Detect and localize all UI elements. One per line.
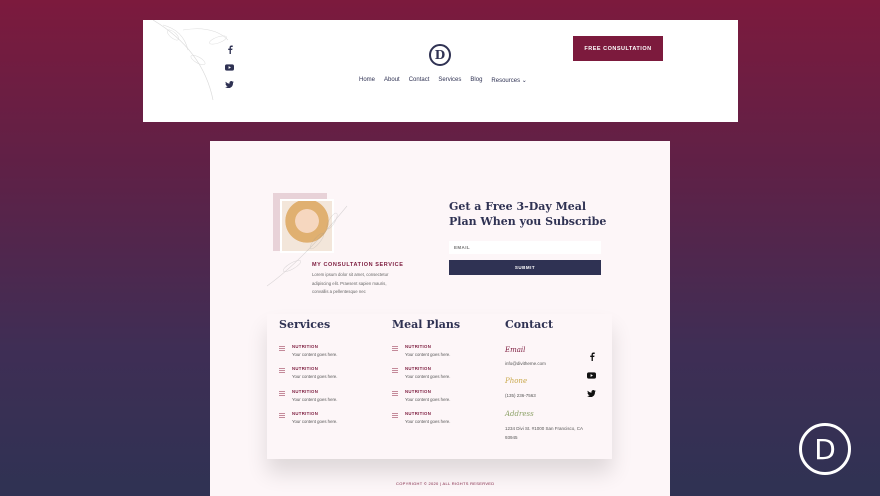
contact-heading: Contact [505,318,554,331]
mealplans-heading: Meal Plans [392,318,461,331]
copyright-text: COPYRIGHT © 2020 | ALL RIGHTS RESERVED [396,481,495,486]
logo-letter: D [434,48,446,62]
nav-contact[interactable]: Contact [409,77,430,84]
footer-social-links [587,352,596,397]
phone-value[interactable]: (135) 236-7563 [505,392,585,401]
menu-lines-icon [392,413,398,418]
item-title: NUTRITION [405,389,432,394]
item-title: NUTRITION [292,389,319,394]
nav-services[interactable]: Services [438,77,461,84]
item-title: NUTRITION [292,344,319,349]
site-logo[interactable]: D [429,44,451,66]
menu-lines-icon [392,346,398,351]
menu-lines-icon [392,368,398,373]
submit-button[interactable]: SUBMIT [449,260,601,275]
consultation-text: Lorem ipsum dolor sit amet, consectetur … [312,272,389,294]
menu-lines-icon [279,391,285,396]
list-item[interactable]: NUTRITION Your content goes here. [392,344,482,364]
email-value[interactable]: info@divitheme.com [505,360,585,369]
address-label: Address [505,410,534,418]
list-item[interactable]: NUTRITION Your content goes here. [279,411,369,431]
nav-resources[interactable]: Resources ⌄ [491,77,526,84]
facebook-icon[interactable] [227,45,233,54]
item-title: NUTRITION [405,366,432,371]
item-text: Your content goes here. [292,374,338,379]
list-item[interactable]: NUTRITION Your content goes here. [279,366,369,386]
item-title: NUTRITION [405,344,432,349]
item-text: Your content goes here. [292,397,338,402]
facebook-icon[interactable] [589,352,595,361]
menu-lines-icon [279,368,285,373]
list-item[interactable]: NUTRITION Your content goes here. [279,344,369,364]
free-consultation-button[interactable]: FREE CONSULTATION [573,36,663,61]
twitter-icon[interactable] [587,390,596,397]
menu-lines-icon [392,391,398,396]
divi-logo-badge: D [799,423,851,475]
item-title: NUTRITION [292,366,319,371]
subscribe-title: Get a Free 3-Day Meal Plan When you Subs… [449,200,607,228]
header-social-links [225,45,234,88]
item-title: NUTRITION [405,411,432,416]
services-heading: Services [279,318,331,331]
address-value: 1234 Divi St. #1000 San Francisco, CA 93… [505,426,583,440]
consultation-title: MY CONSULTATION SERVICE [312,262,404,268]
item-text: Your content goes here. [405,352,451,357]
list-item[interactable]: NUTRITION Your content goes here. [279,389,369,409]
youtube-icon[interactable] [587,372,596,379]
item-title: NUTRITION [292,411,319,416]
item-text: Your content goes here. [292,419,338,424]
footer-card: Services Meal Plans Contact NUTRITION You… [267,314,612,459]
list-item[interactable]: NUTRITION Your content goes here. [392,389,482,409]
item-text: Your content goes here. [292,352,338,357]
menu-lines-icon [279,413,285,418]
youtube-icon[interactable] [225,64,234,71]
item-text: Your content goes here. [405,374,451,379]
nav-home[interactable]: Home [359,77,375,84]
list-item[interactable]: NUTRITION Your content goes here. [392,411,482,431]
badge-letter: D [814,432,836,466]
leaf-decoration [152,20,229,100]
email-label: Email [505,346,526,354]
list-item[interactable]: NUTRITION Your content goes here. [392,366,482,386]
item-text: Your content goes here. [405,419,451,424]
nav-about[interactable]: About [384,77,400,84]
header-card: D Home About Contact Services Blog Resou… [143,20,738,122]
email-field[interactable] [449,241,601,254]
twitter-icon[interactable] [225,81,234,88]
nav-blog[interactable]: Blog [470,77,482,84]
phone-label: Phone [505,377,528,385]
item-text: Your content goes here. [405,397,451,402]
main-nav: Home About Contact Services Blog Resourc… [359,77,527,84]
menu-lines-icon [279,346,285,351]
